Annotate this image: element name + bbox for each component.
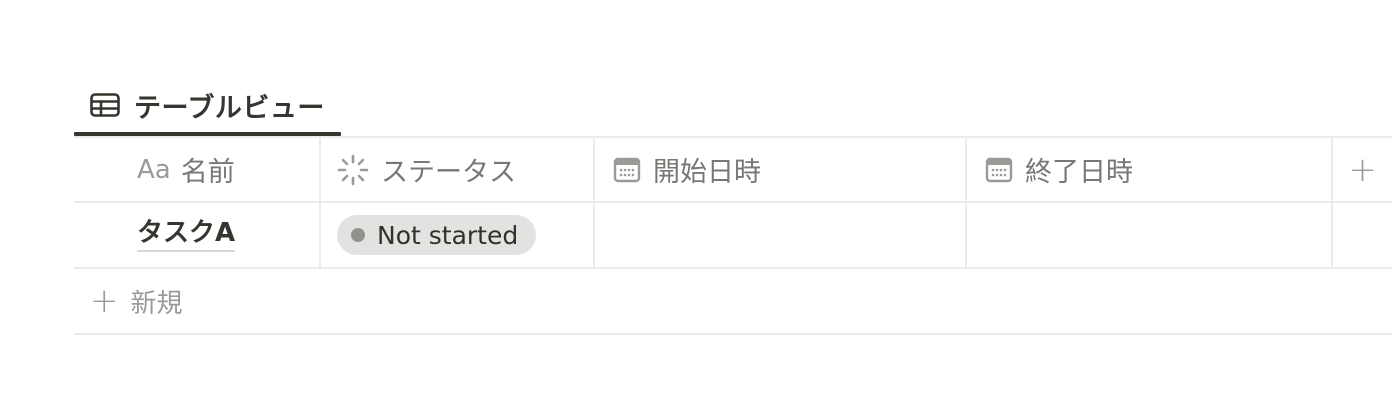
new-row-label: 新規 bbox=[130, 288, 183, 319]
database-table: Aa 名前 ステータス 開始日時 終了日時 + タスクA Not started… bbox=[74, 136, 1392, 335]
cell-start-date[interactable] bbox=[595, 203, 967, 267]
column-header-label: 名前 bbox=[180, 157, 235, 188]
calendar-icon bbox=[985, 156, 1013, 184]
calendar-icon bbox=[613, 156, 641, 184]
new-row-button[interactable]: + 新規 bbox=[74, 269, 1392, 335]
column-header-end-date[interactable]: 終了日時 bbox=[967, 138, 1333, 201]
title-aa-icon: Aa bbox=[137, 154, 171, 185]
add-column-button[interactable]: + bbox=[1333, 138, 1392, 201]
status-label: Not started bbox=[377, 220, 519, 250]
column-header-start-date[interactable]: 開始日時 bbox=[595, 138, 967, 201]
status-dot-icon bbox=[351, 228, 365, 242]
tab-table-view[interactable]: テーブルビュー bbox=[74, 74, 341, 136]
table-row: タスクA Not started bbox=[74, 203, 1392, 269]
cell-add-column-spacer bbox=[1333, 203, 1392, 267]
cell-status[interactable]: Not started bbox=[321, 203, 595, 267]
table-icon bbox=[90, 92, 120, 118]
view-tabs: テーブルビュー bbox=[74, 74, 341, 136]
task-name-link[interactable]: タスクA bbox=[137, 218, 236, 253]
cell-name[interactable]: タスクA bbox=[74, 203, 321, 267]
plus-icon: + bbox=[90, 281, 119, 321]
tab-label: テーブルビュー bbox=[134, 92, 325, 124]
status-spinner-icon bbox=[337, 154, 369, 186]
plus-icon: + bbox=[1348, 149, 1377, 190]
column-header-name[interactable]: Aa 名前 bbox=[74, 138, 321, 201]
column-header-status[interactable]: ステータス bbox=[321, 138, 595, 201]
table-header-row: Aa 名前 ステータス 開始日時 終了日時 + bbox=[74, 136, 1392, 203]
cell-end-date[interactable] bbox=[967, 203, 1333, 267]
column-header-label: ステータス bbox=[381, 157, 516, 188]
column-header-label: 終了日時 bbox=[1025, 157, 1133, 188]
column-header-label: 開始日時 bbox=[653, 157, 761, 188]
status-badge[interactable]: Not started bbox=[337, 215, 537, 255]
